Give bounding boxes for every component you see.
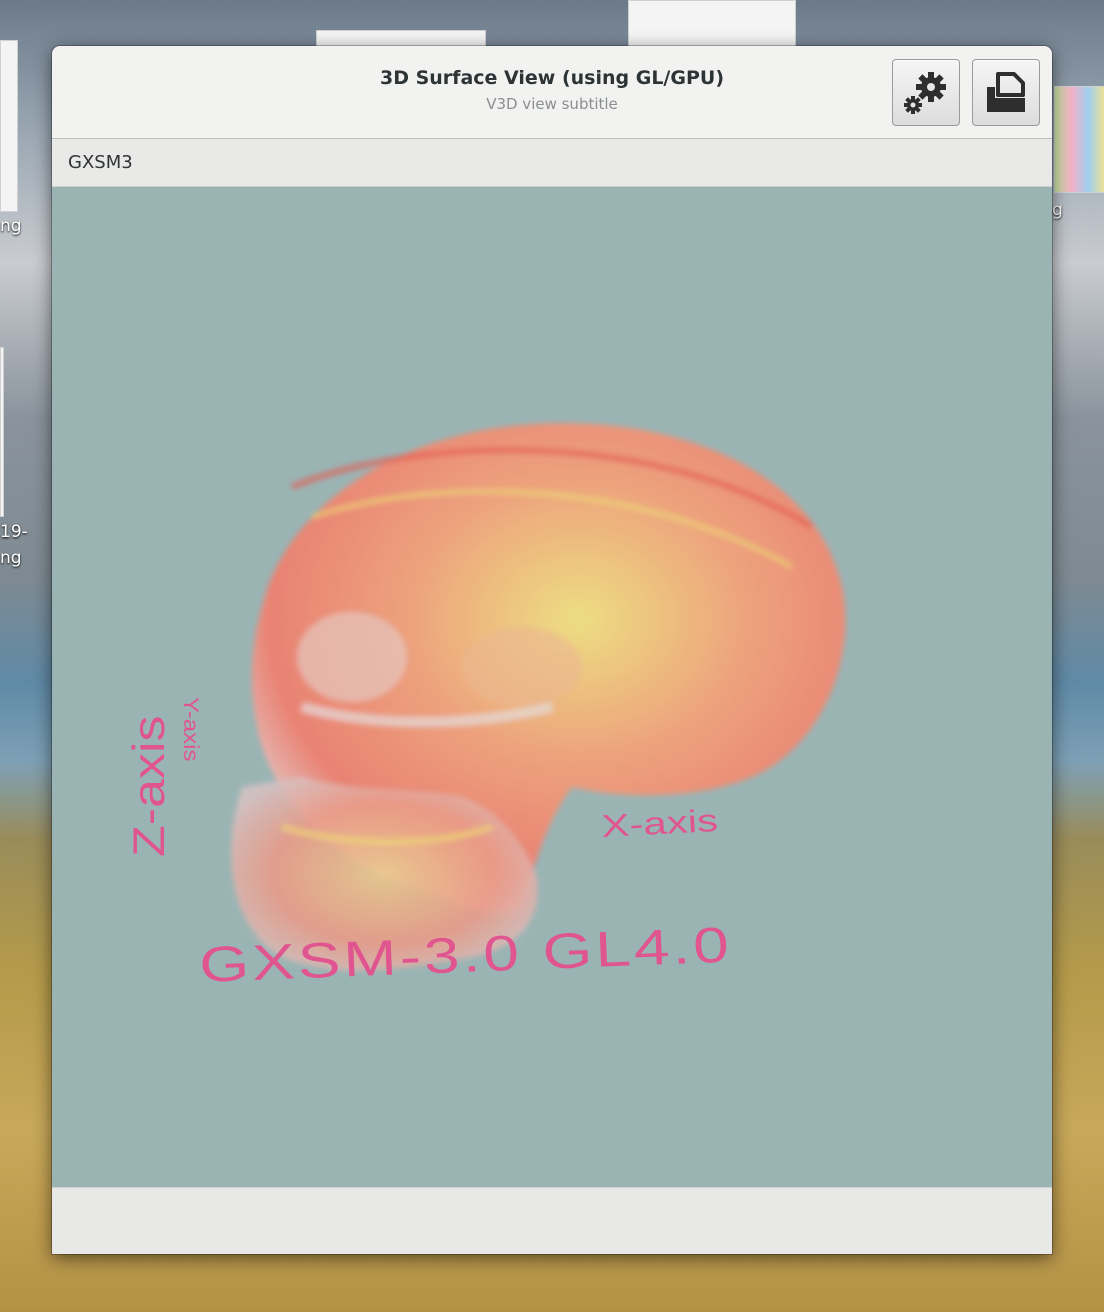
- status-bar: [52, 1187, 1052, 1254]
- app-label: GXSM3: [68, 152, 133, 173]
- settings-button[interactable]: [892, 59, 960, 126]
- z-axis-label: Z-axis: [125, 715, 174, 857]
- desktop-file-thumbnail[interactable]: [0, 40, 18, 212]
- gear-icon: [904, 71, 946, 114]
- skull-render: [231, 423, 846, 971]
- desktop-file-thumbnail[interactable]: [628, 0, 796, 50]
- volume-render-view: Z-axis Y-axis X-axis GXSM-3.0 GL4.0: [125, 423, 846, 993]
- desktop-file-thumbnail[interactable]: [1054, 86, 1104, 193]
- desktop-file-label: ng: [0, 216, 22, 236]
- desktop-file-label: 19-: [0, 522, 28, 542]
- v3d-window: 3D Surface View (using GL/GPU) V3D view …: [52, 46, 1052, 1254]
- desktop-file-label: ng: [0, 548, 22, 568]
- header-bar: 3D Surface View (using GL/GPU) V3D view …: [52, 46, 1052, 139]
- y-axis-label: Y-axis: [179, 697, 204, 761]
- gl-canvas[interactable]: Z-axis Y-axis X-axis GXSM-3.0 GL4.0: [52, 187, 1052, 1187]
- toolbar: GXSM3: [52, 139, 1052, 187]
- desktop-file-label: g: [1052, 200, 1063, 220]
- open-button[interactable]: [972, 59, 1040, 126]
- x-axis-label: X-axis: [600, 802, 718, 844]
- desktop-file-thumbnail[interactable]: [0, 347, 4, 517]
- document-open-icon: [987, 71, 1025, 112]
